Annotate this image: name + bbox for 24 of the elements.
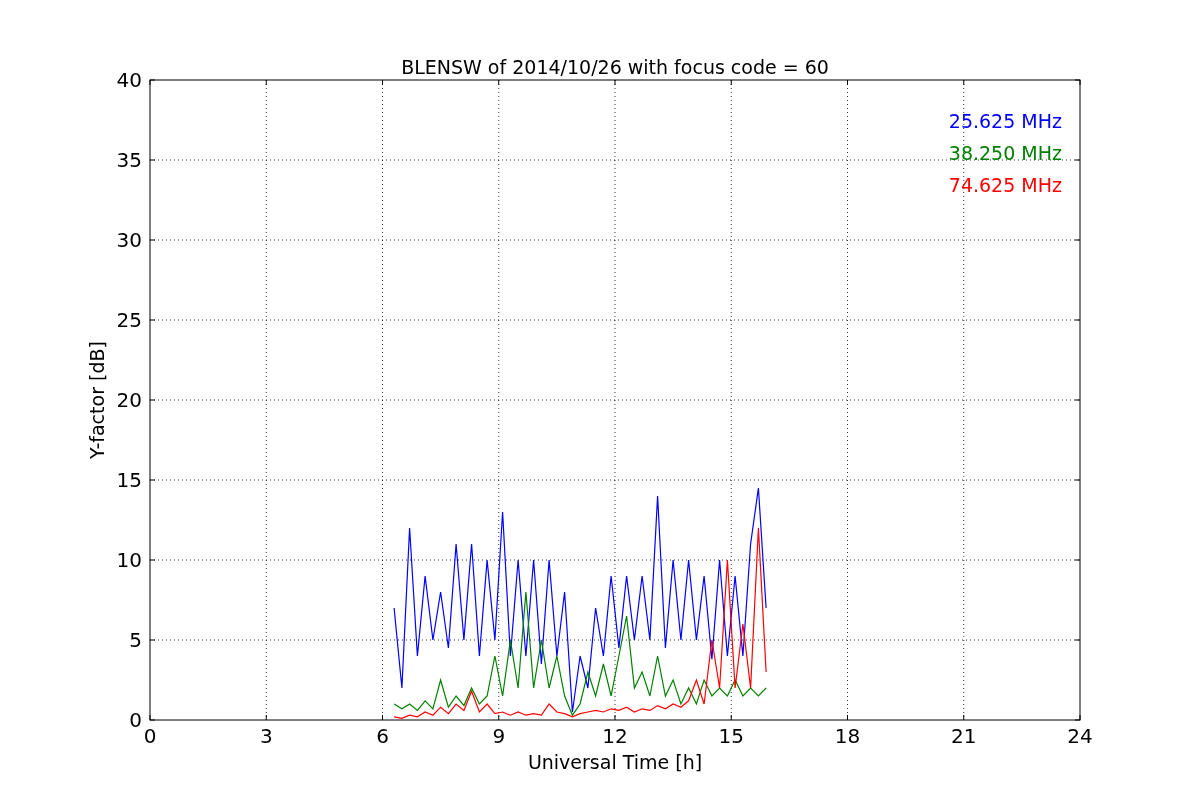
chart-title: BLENSW of 2014/10/26 with focus code = 60 [401,56,829,78]
axis-label: Y-factor [dB] [86,341,108,459]
tick-label: 5 [129,628,142,652]
tick-label: 21 [951,724,977,748]
tick-label: 30 [116,228,142,252]
legend-label: 74.625 MHz [948,174,1062,196]
tick-label: 24 [1067,724,1093,748]
tick-label: 9 [492,724,506,748]
tick-label: 40 [116,68,142,92]
legend-label: 25.625 MHz [948,110,1062,132]
tick-label: 20 [116,388,142,412]
tick-label: 35 [116,148,142,172]
legend-label: 38.250 MHz [948,142,1062,164]
tick-label: 0 [129,708,142,732]
tick-label: 6 [376,724,389,748]
tick-label: 15 [116,468,142,492]
tick-label: 18 [834,724,861,748]
tick-label: 12 [602,724,628,748]
tick-label: 25 [116,308,142,332]
tick-label: 0 [143,724,157,748]
axis-label: Universal Time [h] [527,751,703,773]
tick-label: 10 [116,548,142,572]
tick-label: 15 [718,724,744,748]
tick-label: 3 [259,724,273,748]
